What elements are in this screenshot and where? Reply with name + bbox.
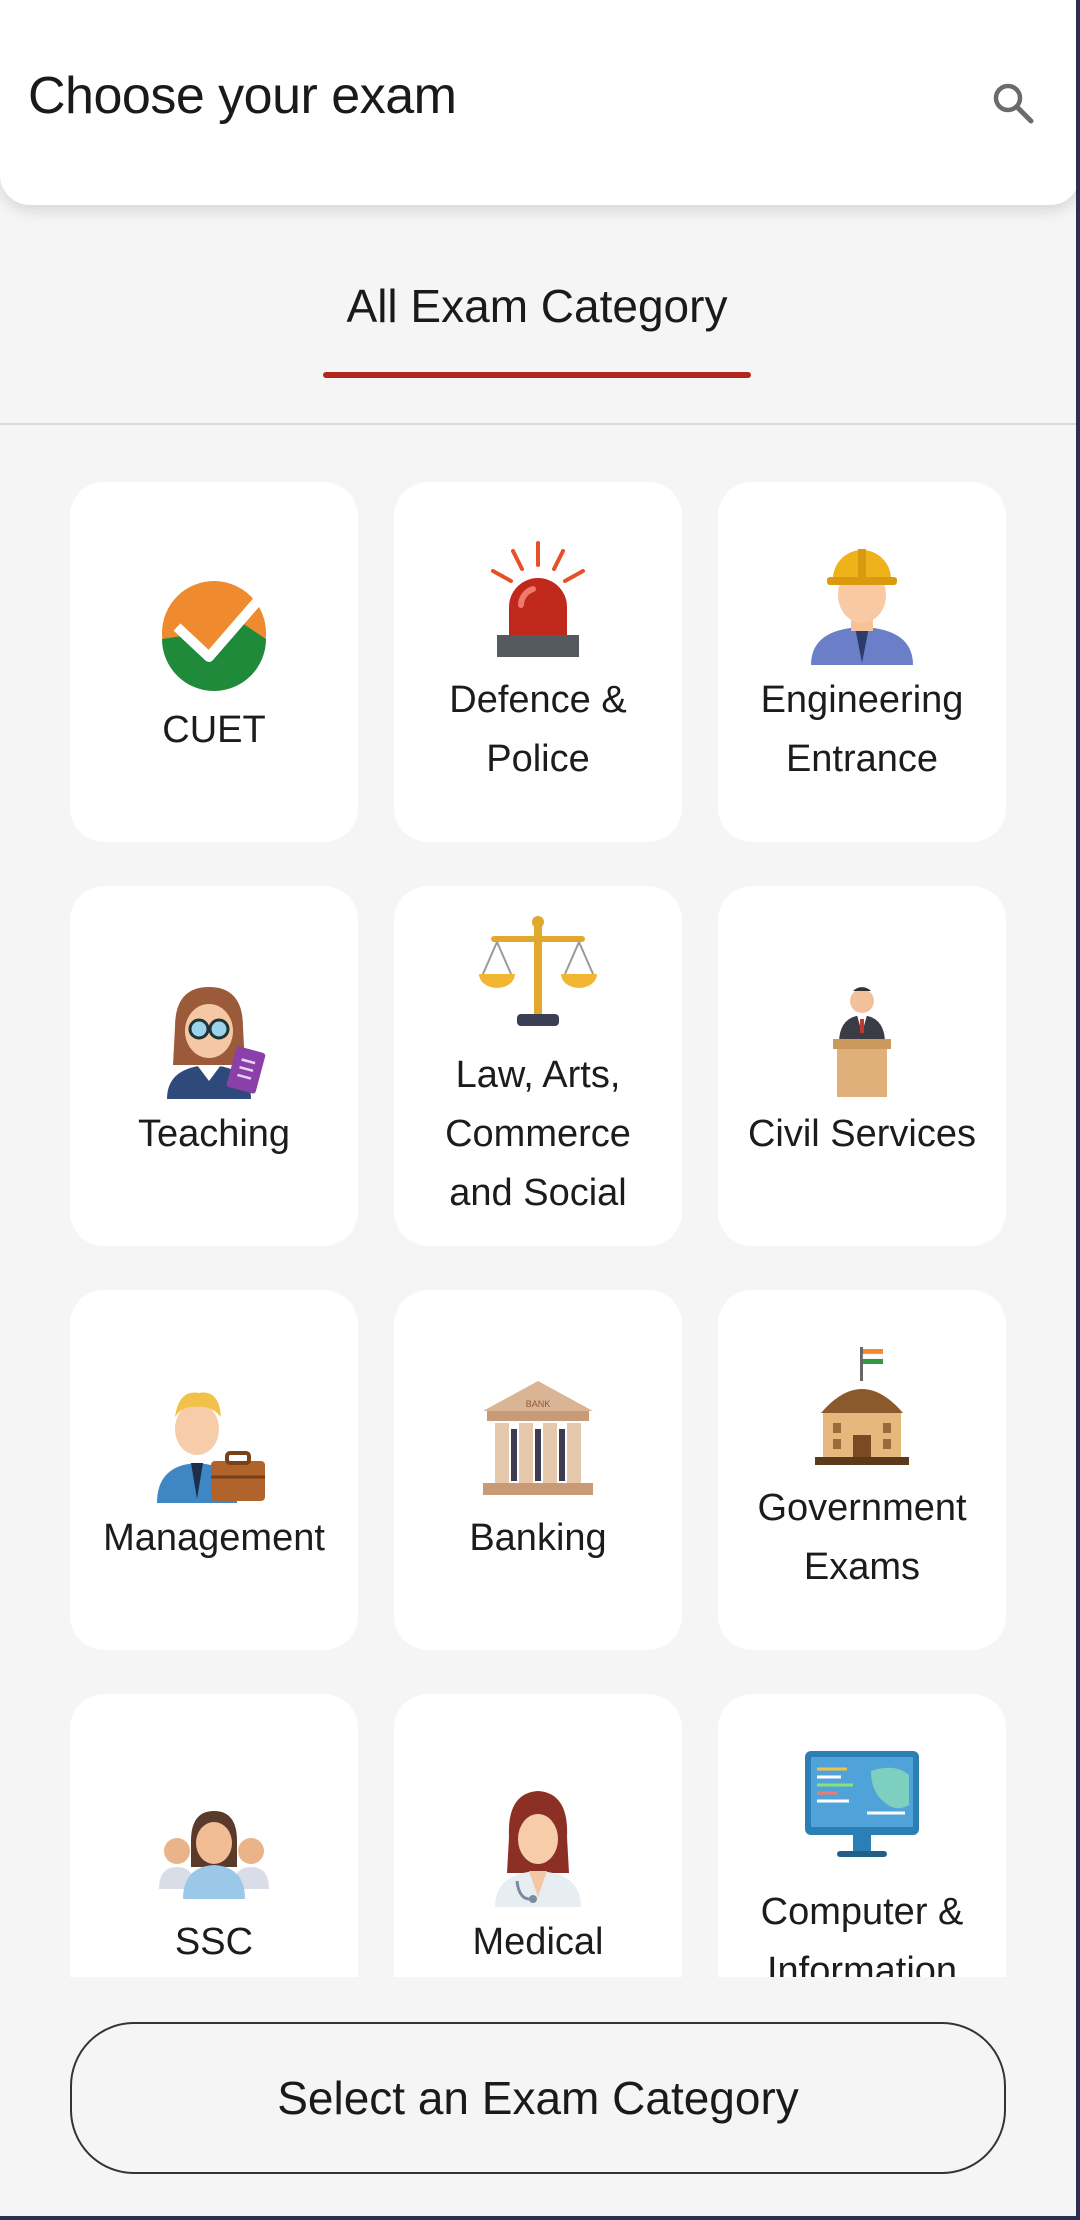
active-tab-indicator	[323, 372, 751, 378]
bottom-action-bar: Select an Exam Category	[0, 1978, 1076, 2216]
podium-speaker-icon	[833, 986, 891, 1097]
engineer-icon	[811, 549, 913, 665]
category-label: Civil Services	[747, 1112, 977, 1155]
government-building-icon	[815, 1347, 909, 1465]
category-grid-scroll[interactable]: CUET Defence & Police Engineering Entran…	[0, 425, 1080, 1977]
computer-monitor-icon	[805, 1751, 919, 1857]
category-label: Law, Arts, Commerce and Social	[445, 1053, 631, 1214]
category-card-ssc[interactable]: SSC	[70, 1694, 358, 1977]
tab-label: All Exam Category	[346, 280, 728, 332]
select-exam-category-button[interactable]: Select an Exam Category	[70, 2022, 1006, 2174]
teacher-icon	[167, 986, 266, 1099]
category-card-government-exams[interactable]: Government Exams	[718, 1290, 1006, 1650]
category-card-banking[interactable]: BANK Banking	[394, 1290, 682, 1650]
search-icon	[993, 83, 1034, 124]
category-card-cuet[interactable]: CUET	[70, 482, 358, 842]
category-label: Management	[103, 1516, 325, 1559]
doctor-icon	[495, 1790, 581, 1907]
app-header: Choose your exam	[0, 0, 1080, 205]
category-label: Defence & Police	[449, 679, 627, 780]
category-label: Banking	[469, 1516, 607, 1559]
category-label: Engineering Entrance	[760, 679, 964, 780]
svg-text:BANK: BANK	[526, 1399, 551, 1409]
category-label: Computer & Information	[760, 1891, 964, 1977]
tab-bar: All Exam Category	[0, 205, 1080, 425]
category-label: Teaching	[137, 1112, 291, 1155]
group-people-icon	[159, 1810, 269, 1899]
page-title: Choose your exam	[28, 67, 457, 125]
category-label: CUET	[162, 708, 266, 751]
category-card-civil-services[interactable]: Civil Services	[718, 886, 1006, 1246]
category-card-law-arts-commerce[interactable]: Law, Arts, Commerce and Social	[394, 886, 682, 1246]
category-label: Government Exams	[757, 1487, 967, 1588]
category-grid: CUET Defence & Police Engineering Entran…	[70, 482, 1006, 1977]
category-label: Medical	[472, 1920, 604, 1963]
bank-building-icon: BANK	[483, 1380, 593, 1495]
category-card-medical[interactable]: Medical	[394, 1694, 682, 1977]
category-card-engineering-entrance[interactable]: Engineering Entrance	[718, 482, 1006, 842]
category-label: SSC	[174, 1920, 254, 1963]
category-card-defence-police[interactable]: Defence & Police	[394, 482, 682, 842]
siren-icon	[491, 541, 585, 657]
category-card-computer-information[interactable]: Computer & Information	[718, 1694, 1006, 1977]
scales-icon	[479, 915, 597, 1026]
category-card-teaching[interactable]: Teaching	[70, 886, 358, 1246]
category-card-management[interactable]: Management	[70, 1290, 358, 1650]
search-button[interactable]	[978, 68, 1048, 138]
cuet-check-icon	[162, 580, 266, 691]
manager-briefcase-icon	[157, 1392, 265, 1503]
tab-all-exam-category[interactable]: All Exam Category	[323, 273, 751, 378]
